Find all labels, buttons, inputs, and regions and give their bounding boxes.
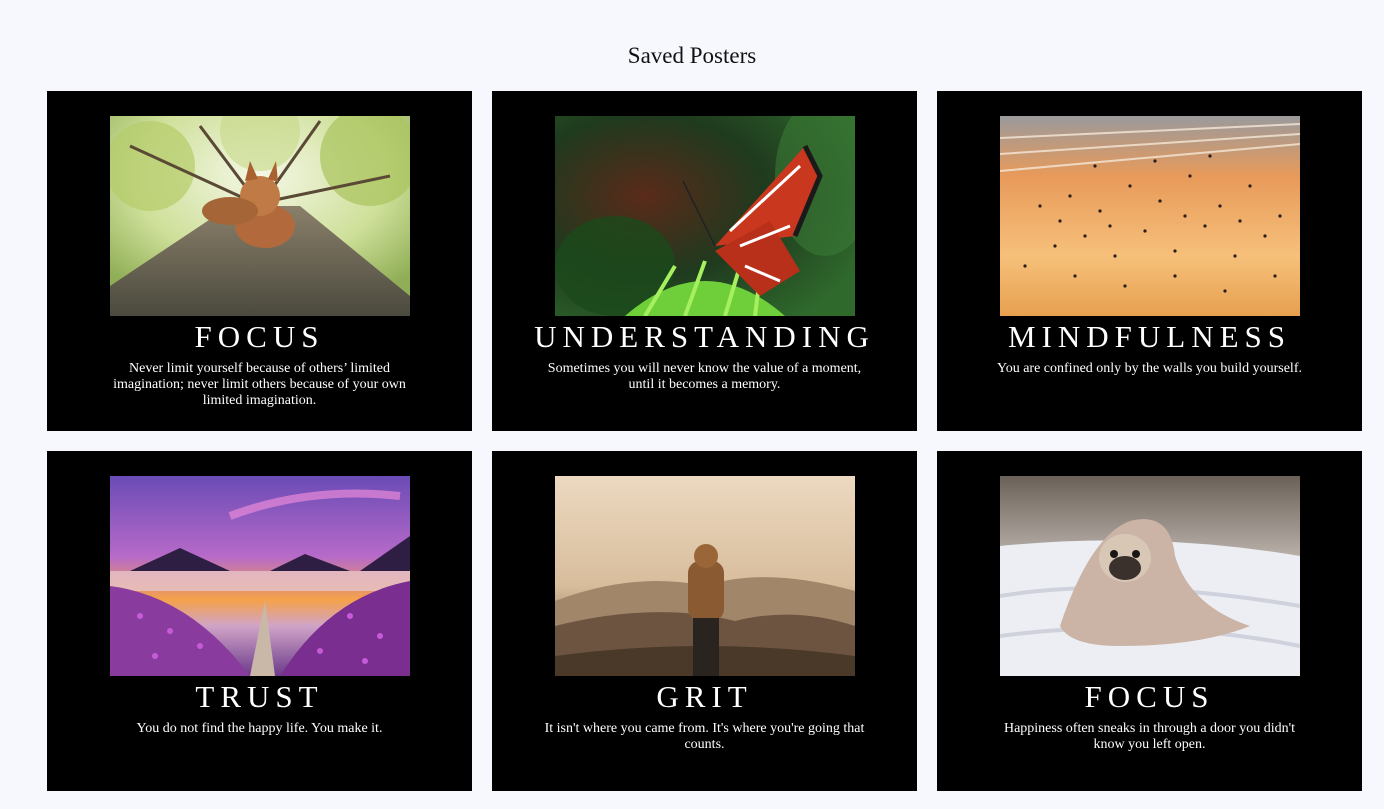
poster-title: MINDFULNESS (1007, 319, 1292, 354)
poster-image-squirrel (110, 116, 410, 316)
poster-quote: Sometimes you will never know the value … (547, 361, 862, 392)
poster-title: FOCUS (194, 319, 325, 354)
poster-card[interactable]: FOCUS Never limit yourself because of ot… (47, 91, 472, 431)
poster-image-butterfly (555, 116, 855, 316)
poster-title: GRIT (656, 679, 753, 714)
lavender-path-lake-photo (110, 476, 410, 676)
poster-title: FOCUS (1084, 679, 1215, 714)
poster-image-birds (1000, 116, 1300, 316)
poster-card[interactable]: TRUST You do not find the happy life. Yo… (47, 451, 472, 791)
page-title: Saved Posters (627, 43, 757, 68)
poster-image-lavender (110, 476, 410, 676)
poster-card[interactable]: GRIT It isn't where you came from. It's … (492, 451, 917, 791)
butterfly-on-fern-photo (555, 116, 855, 316)
poster-quote: Never limit yourself because of others’ … (113, 361, 406, 408)
bird-flock-sunset-photo (1000, 116, 1300, 316)
pug-in-blanket-photo (1000, 476, 1300, 676)
poster-image-pug (1000, 476, 1300, 676)
poster-quote: Happiness often sneaks in through a door… (1003, 721, 1296, 752)
poster-title: UNDERSTANDING (534, 319, 875, 354)
poster-card[interactable]: FOCUS Happiness often sneaks in through … (937, 451, 1362, 791)
poster-grid: FOCUS Never limit yourself because of ot… (47, 91, 1362, 791)
saved-posters-page: Saved Posters FOCUS Never limit yourself… (0, 0, 1384, 809)
poster-quote: You do not find the happy life. You make… (136, 721, 383, 736)
poster-title: TRUST (195, 679, 324, 714)
squirrel-on-tree-photo (110, 116, 410, 316)
poster-quote: It isn't where you came from. It's where… (544, 721, 865, 752)
poster-card[interactable]: MINDFULNESS You are confined only by the… (937, 91, 1362, 431)
poster-image-person (555, 476, 855, 676)
hooded-person-mountains-photo (555, 476, 855, 676)
poster-quote: You are confined only by the walls you b… (997, 361, 1302, 376)
poster-card[interactable]: UNDERSTANDING Sometimes you will never k… (492, 91, 917, 431)
